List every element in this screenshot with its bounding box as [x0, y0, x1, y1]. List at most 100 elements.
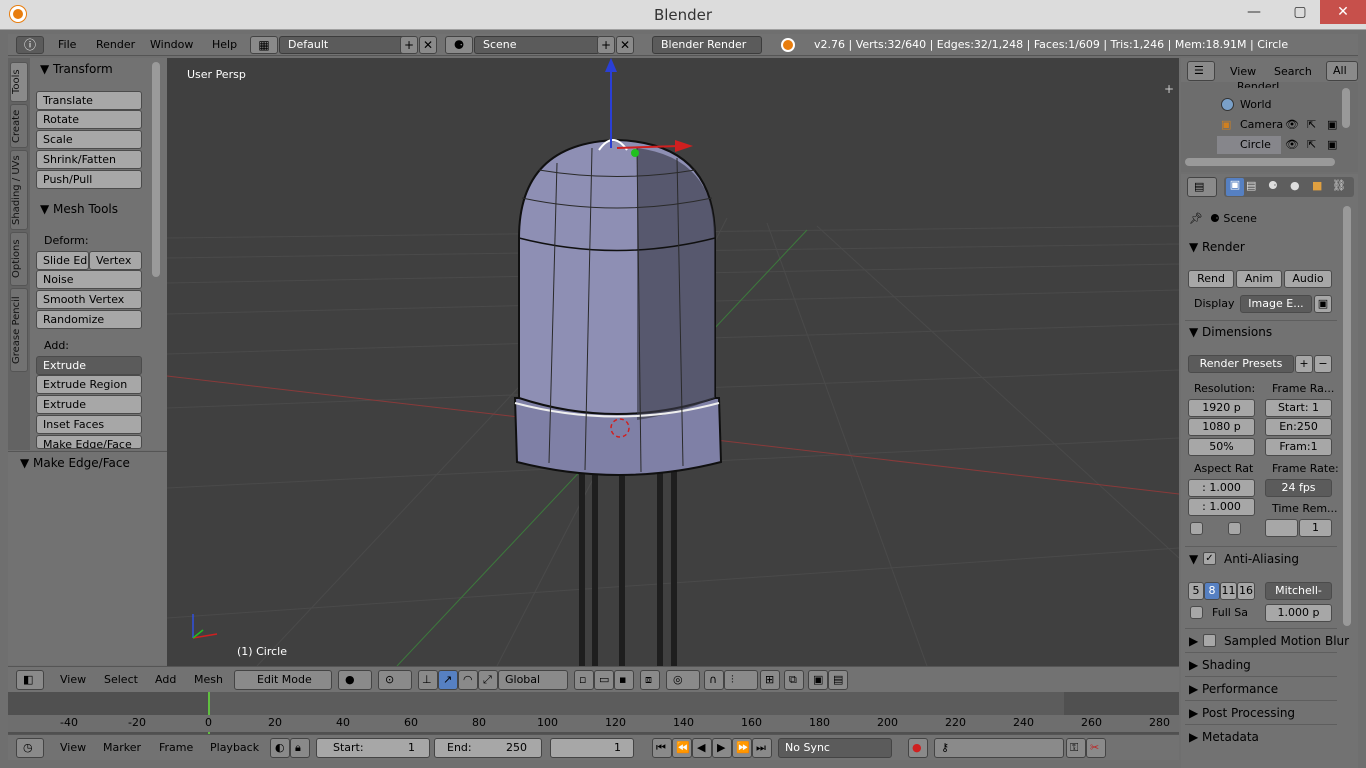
- visibility-eye-icon[interactable]: 👁︎: [1285, 138, 1299, 151]
- remove-preset-button[interactable]: −: [1314, 355, 1332, 373]
- metadata-panel-header[interactable]: ▶ Metadata: [1189, 730, 1259, 744]
- performance-panel-header[interactable]: ▶ Performance: [1189, 682, 1278, 696]
- mode-select[interactable]: Edit Mode: [234, 670, 332, 690]
- manipulator-toggle-icon[interactable]: ⊥: [418, 670, 438, 690]
- manipulator-z-arrow[interactable]: [605, 58, 617, 72]
- outliner-item-camera[interactable]: Camera: [1240, 118, 1283, 131]
- smooth-vertex-button[interactable]: Smooth Vertex: [36, 290, 142, 309]
- push-pull-button[interactable]: Push/Pull: [36, 170, 142, 189]
- translate-manipulator-icon[interactable]: ↗: [438, 670, 458, 690]
- menu-frame[interactable]: Frame: [159, 741, 193, 754]
- visibility-eye-icon[interactable]: 👁︎: [1285, 118, 1299, 131]
- aa-filter-select[interactable]: Mitchell-: [1265, 582, 1332, 600]
- scene-icon[interactable]: ⚈: [445, 36, 473, 54]
- anti-aliasing-panel-header[interactable]: ▼ ✓ Anti-Aliasing: [1189, 552, 1299, 566]
- inset-faces-button[interactable]: Inset Faces: [36, 415, 142, 434]
- opengl-render-icon[interactable]: ⧉: [784, 670, 804, 690]
- start-frame-field[interactable]: Start: 1: [316, 738, 430, 758]
- crop-checkbox[interactable]: [1228, 522, 1241, 535]
- lock-range-icon[interactable]: 🔒︎: [290, 738, 310, 758]
- play-reverse-icon[interactable]: ◀: [692, 738, 712, 758]
- selectable-cursor-icon[interactable]: ⇱: [1307, 138, 1316, 151]
- opengl-image-icon[interactable]: ▣: [808, 670, 828, 690]
- aa-samples-11[interactable]: 11: [1220, 582, 1237, 600]
- pivot-point-select[interactable]: ⊙: [378, 670, 412, 690]
- 3d-viewport[interactable]: +: [166, 58, 1180, 667]
- menu-window[interactable]: Window: [150, 38, 193, 51]
- screen-layout-icon[interactable]: ▦: [250, 36, 278, 54]
- frame-step-field[interactable]: Fram:1: [1265, 438, 1332, 456]
- world-context-icon[interactable]: ●: [1290, 179, 1300, 192]
- jump-keyframe-back-icon[interactable]: ⏪: [672, 738, 692, 758]
- properties-editor-type-icon[interactable]: ▤: [1187, 177, 1217, 197]
- outliner-menu-search[interactable]: Search: [1274, 65, 1312, 78]
- snap-toggle-icon[interactable]: ∩: [704, 670, 724, 690]
- filter-size-field[interactable]: 1.000 p: [1265, 604, 1332, 622]
- delete-keyframe-icon[interactable]: ✂: [1086, 738, 1106, 758]
- extrude-menu[interactable]: Extrude: [36, 356, 142, 375]
- render-image-button[interactable]: Rend: [1188, 270, 1234, 288]
- info-editor-type-icon[interactable]: ⓘ: [16, 36, 44, 54]
- renderable-camera-icon[interactable]: ▣: [1327, 118, 1337, 131]
- tab-tools[interactable]: Tools: [10, 62, 28, 102]
- rotate-manipulator-icon[interactable]: ◠: [458, 670, 478, 690]
- border-checkbox[interactable]: [1190, 522, 1203, 535]
- tab-options[interactable]: Options: [10, 232, 28, 286]
- scene-context-icon[interactable]: ⚈: [1268, 179, 1278, 192]
- dimensions-panel-header[interactable]: ▼ Dimensions: [1189, 325, 1272, 339]
- slide-edge-button[interactable]: Slide Ed: [36, 251, 89, 270]
- selectable-cursor-icon[interactable]: ⇱: [1307, 118, 1316, 131]
- pin-icon[interactable]: 📌︎: [1189, 212, 1203, 225]
- noise-button[interactable]: Noise: [36, 270, 142, 289]
- minimize-button[interactable]: —: [1234, 0, 1274, 24]
- close-button[interactable]: ✕: [1320, 0, 1366, 24]
- layers-context-icon[interactable]: ▤: [1246, 179, 1256, 192]
- scene-field[interactable]: Scene: [474, 36, 600, 54]
- tool-shelf-scrollbar[interactable]: [152, 62, 160, 277]
- render-context-icon[interactable]: ▣: [1226, 178, 1244, 196]
- opengl-anim-icon[interactable]: ▤: [828, 670, 848, 690]
- extrude-region-button[interactable]: Extrude Region: [36, 375, 142, 394]
- menu-timeline-view[interactable]: View: [60, 741, 86, 754]
- tab-create[interactable]: Create: [10, 104, 28, 148]
- aa-samples-16[interactable]: 16: [1237, 582, 1255, 600]
- frame-end-field[interactable]: En:250: [1265, 418, 1332, 436]
- menu-file[interactable]: File: [58, 38, 76, 51]
- play-icon[interactable]: ▶: [712, 738, 732, 758]
- end-frame-field[interactable]: End: 250: [434, 738, 542, 758]
- transform-orientation-select[interactable]: Global: [498, 670, 568, 690]
- constraints-context-icon[interactable]: ⛓︎: [1332, 179, 1346, 192]
- operator-panel-header[interactable]: ▼ Make Edge/Face: [20, 456, 130, 470]
- translate-button[interactable]: Translate: [36, 91, 142, 110]
- face-select-icon[interactable]: ▪: [614, 670, 634, 690]
- outliner-item-world[interactable]: World: [1240, 98, 1272, 111]
- full-sample-checkbox[interactable]: [1190, 606, 1203, 619]
- menu-mesh[interactable]: Mesh: [194, 673, 223, 686]
- menu-add[interactable]: Add: [155, 673, 176, 686]
- keying-set-field[interactable]: ⚷: [934, 738, 1064, 758]
- frame-start-field[interactable]: Start: 1: [1265, 399, 1332, 417]
- manipulator-x-arrow[interactable]: [675, 140, 693, 152]
- resolution-x-field[interactable]: 1920 p: [1188, 399, 1255, 417]
- outliner-editor-type-icon[interactable]: ☰: [1187, 61, 1215, 81]
- extrude-individual-button[interactable]: Extrude Individual: [36, 395, 142, 428]
- transform-panel-header[interactable]: ▼ Transform: [40, 62, 113, 76]
- outliner-scrollbar[interactable]: [1342, 88, 1350, 128]
- time-remap-new-field[interactable]: 1: [1299, 519, 1332, 537]
- preview-range-icon[interactable]: ◐: [270, 738, 290, 758]
- viewport-shading-select[interactable]: ●: [338, 670, 372, 690]
- tab-grease-pencil[interactable]: Grease Pencil: [10, 288, 28, 372]
- render-audio-button[interactable]: Audio: [1284, 270, 1332, 288]
- record-icon[interactable]: ●: [908, 738, 928, 758]
- render-animation-button[interactable]: Anim: [1236, 270, 1282, 288]
- outliner-hscrollbar[interactable]: [1185, 158, 1335, 166]
- lock-interface-icon[interactable]: ▣: [1314, 295, 1332, 313]
- resolution-percent-field[interactable]: 50%: [1188, 438, 1255, 456]
- motion-blur-checkbox[interactable]: [1203, 634, 1216, 647]
- menu-view[interactable]: View: [60, 673, 86, 686]
- display-select[interactable]: Image E...: [1240, 295, 1312, 313]
- mesh-tools-panel-header[interactable]: ▼ Mesh Tools: [40, 202, 118, 216]
- time-remap-old-field[interactable]: [1265, 519, 1298, 537]
- sync-mode-select[interactable]: No Sync: [778, 738, 892, 758]
- outliner-item-circle[interactable]: Circle: [1240, 138, 1271, 151]
